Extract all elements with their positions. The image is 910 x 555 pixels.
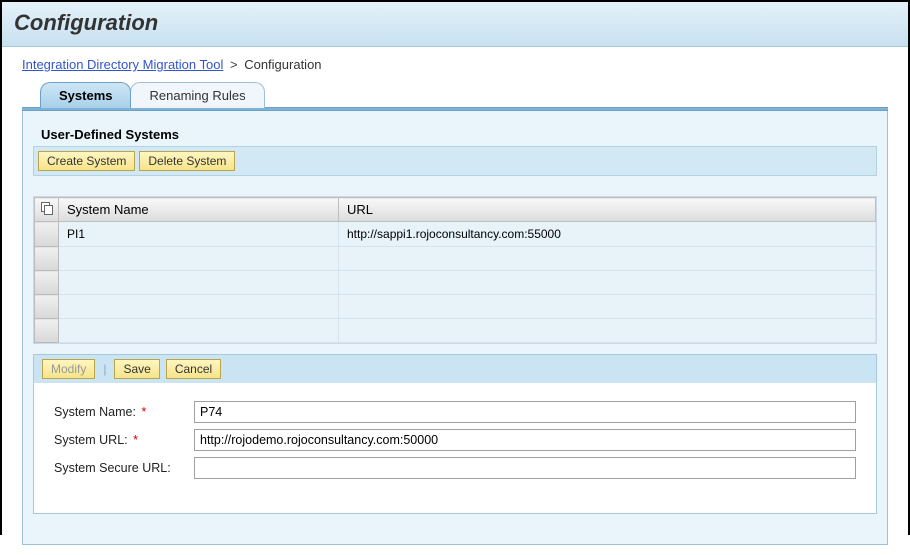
system-editor: Modify | Save Cancel System Name: * Syst… bbox=[33, 354, 877, 514]
modify-button[interactable]: Modify bbox=[42, 359, 95, 379]
breadcrumb-root-link[interactable]: Integration Directory Migration Tool bbox=[22, 57, 223, 72]
toolbar-sep: | bbox=[103, 362, 106, 376]
page-title: Configuration bbox=[14, 10, 896, 36]
cell-system-url: http://sappi1.rojoconsultancy.com:55000 bbox=[339, 222, 876, 247]
editor-form: System Name: * System URL: * System Secu… bbox=[34, 383, 876, 513]
tab-strip: Systems Renaming Rules bbox=[40, 82, 888, 108]
row-selector[interactable] bbox=[35, 247, 59, 271]
systems-table-wrap: System Name URL PI1 http://sappi1.rojoco… bbox=[33, 196, 877, 344]
systems-table: System Name URL PI1 http://sappi1.rojoco… bbox=[34, 197, 876, 343]
content-area: Integration Directory Migration Tool > C… bbox=[2, 47, 908, 555]
system-secure-url-input[interactable] bbox=[194, 457, 856, 479]
editor-toolbar: Modify | Save Cancel bbox=[34, 355, 876, 383]
col-header-url: URL bbox=[339, 198, 876, 222]
tab-renaming-rules[interactable]: Renaming Rules bbox=[130, 82, 264, 108]
systems-toolbar: Create System Delete System bbox=[33, 146, 877, 176]
section-title: User-Defined Systems bbox=[33, 123, 877, 146]
table-row-empty bbox=[35, 271, 876, 295]
page-header: Configuration bbox=[2, 2, 908, 47]
breadcrumb: Integration Directory Migration Tool > C… bbox=[22, 57, 888, 72]
cell-system-name: PI1 bbox=[59, 222, 339, 247]
row-selector[interactable] bbox=[35, 222, 59, 247]
delete-system-button[interactable]: Delete System bbox=[139, 151, 235, 171]
save-button[interactable]: Save bbox=[114, 359, 159, 379]
table-row[interactable]: PI1 http://sappi1.rojoconsultancy.com:55… bbox=[35, 222, 876, 247]
row-selector[interactable] bbox=[35, 271, 59, 295]
label-system-url: System URL: * bbox=[54, 433, 194, 447]
tab-label: Systems bbox=[59, 88, 112, 103]
table-row-empty bbox=[35, 319, 876, 343]
row-selector[interactable] bbox=[35, 295, 59, 319]
row-selector[interactable] bbox=[35, 319, 59, 343]
label-system-name: System Name: * bbox=[54, 405, 194, 419]
system-name-input[interactable] bbox=[194, 401, 856, 423]
table-row-empty bbox=[35, 247, 876, 271]
col-header-name: System Name bbox=[59, 198, 339, 222]
tab-panel-systems: User-Defined Systems Create System Delet… bbox=[22, 111, 888, 545]
cancel-button[interactable]: Cancel bbox=[166, 359, 221, 379]
system-url-input[interactable] bbox=[194, 429, 856, 451]
copy-icon bbox=[41, 202, 53, 214]
label-system-secure-url: System Secure URL: bbox=[54, 461, 194, 475]
select-all-header[interactable] bbox=[35, 198, 59, 222]
create-system-button[interactable]: Create System bbox=[38, 151, 135, 171]
breadcrumb-current: Configuration bbox=[244, 57, 321, 72]
table-row-empty bbox=[35, 295, 876, 319]
tab-systems[interactable]: Systems bbox=[40, 82, 131, 108]
tab-label: Renaming Rules bbox=[149, 88, 245, 103]
breadcrumb-sep: > bbox=[230, 57, 238, 72]
